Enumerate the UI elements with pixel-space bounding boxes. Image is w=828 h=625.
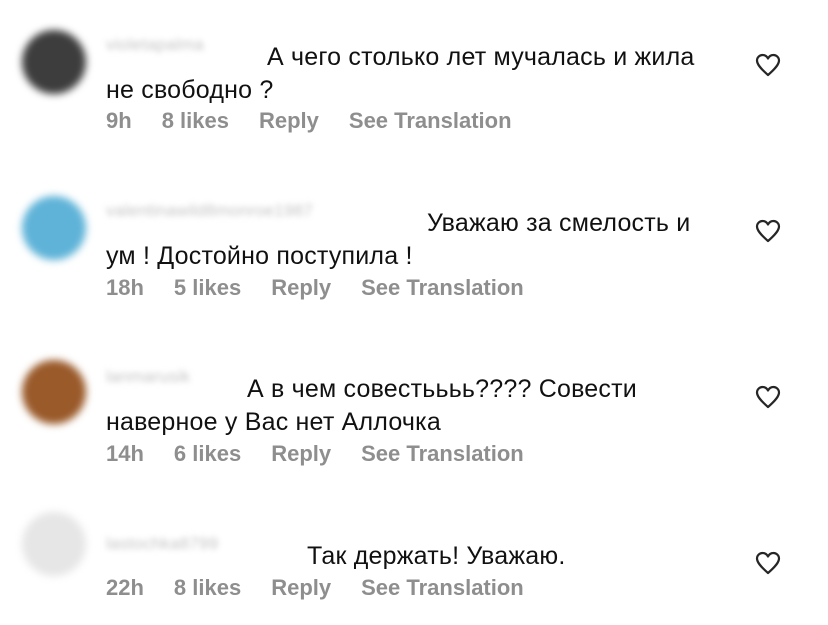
avatar[interactable]	[22, 360, 86, 424]
likes-count[interactable]: 8 likes	[174, 575, 241, 600]
see-translation-button[interactable]: See Translation	[361, 575, 524, 600]
comment-text-block: lanmarusik А в чем совестьььь???? Совести…	[106, 360, 726, 439]
username[interactable]: valentinawild8monroe1987	[106, 194, 421, 227]
username[interactable]: lanmarusik	[106, 360, 241, 393]
comment-text-block: valentinawild8monroe1987 Уважаю за смелос…	[106, 194, 726, 273]
timestamp: 9h	[106, 108, 132, 133]
comment-meta: 14h 6 likes Reply See Translation	[106, 441, 554, 467]
comment-body: valentinawild8monroe1987 Уважаю за смелос…	[106, 194, 726, 273]
heart-outline-icon[interactable]	[755, 385, 781, 409]
see-translation-button[interactable]: See Translation	[349, 108, 512, 133]
comment-text-block: lastochka8799 Так держать! Уважаю.	[106, 527, 726, 573]
reply-button[interactable]: Reply	[259, 108, 319, 133]
comment-text-block: violetapalma А чего столько лет мучалась …	[106, 28, 726, 107]
avatar[interactable]	[22, 196, 86, 260]
comment-text: Так держать! Уважаю.	[307, 542, 566, 570]
likes-count[interactable]: 5 likes	[174, 275, 241, 300]
comment-body: lastochka8799 Так держать! Уважаю.	[106, 527, 726, 573]
comment-body: violetapalma А чего столько лет мучалась …	[106, 28, 726, 107]
heart-outline-icon[interactable]	[755, 53, 781, 77]
avatar[interactable]	[22, 512, 86, 576]
see-translation-button[interactable]: See Translation	[361, 441, 524, 466]
heart-outline-icon[interactable]	[755, 551, 781, 575]
avatar[interactable]	[22, 30, 86, 94]
likes-count[interactable]: 8 likes	[162, 108, 229, 133]
comment-meta: 18h 5 likes Reply See Translation	[106, 275, 554, 301]
timestamp: 22h	[106, 575, 144, 600]
comment-meta: 9h 8 likes Reply See Translation	[106, 108, 542, 134]
see-translation-button[interactable]: See Translation	[361, 275, 524, 300]
heart-outline-icon[interactable]	[755, 219, 781, 243]
comment-meta: 22h 8 likes Reply See Translation	[106, 575, 554, 601]
timestamp: 18h	[106, 275, 144, 300]
username[interactable]: violetapalma	[106, 28, 261, 61]
timestamp: 14h	[106, 441, 144, 466]
reply-button[interactable]: Reply	[271, 575, 331, 600]
likes-count[interactable]: 6 likes	[174, 441, 241, 466]
comment-body: lanmarusik А в чем совестьььь???? Совести…	[106, 360, 726, 439]
username[interactable]: lastochka8799	[106, 527, 301, 560]
reply-button[interactable]: Reply	[271, 275, 331, 300]
reply-button[interactable]: Reply	[271, 441, 331, 466]
